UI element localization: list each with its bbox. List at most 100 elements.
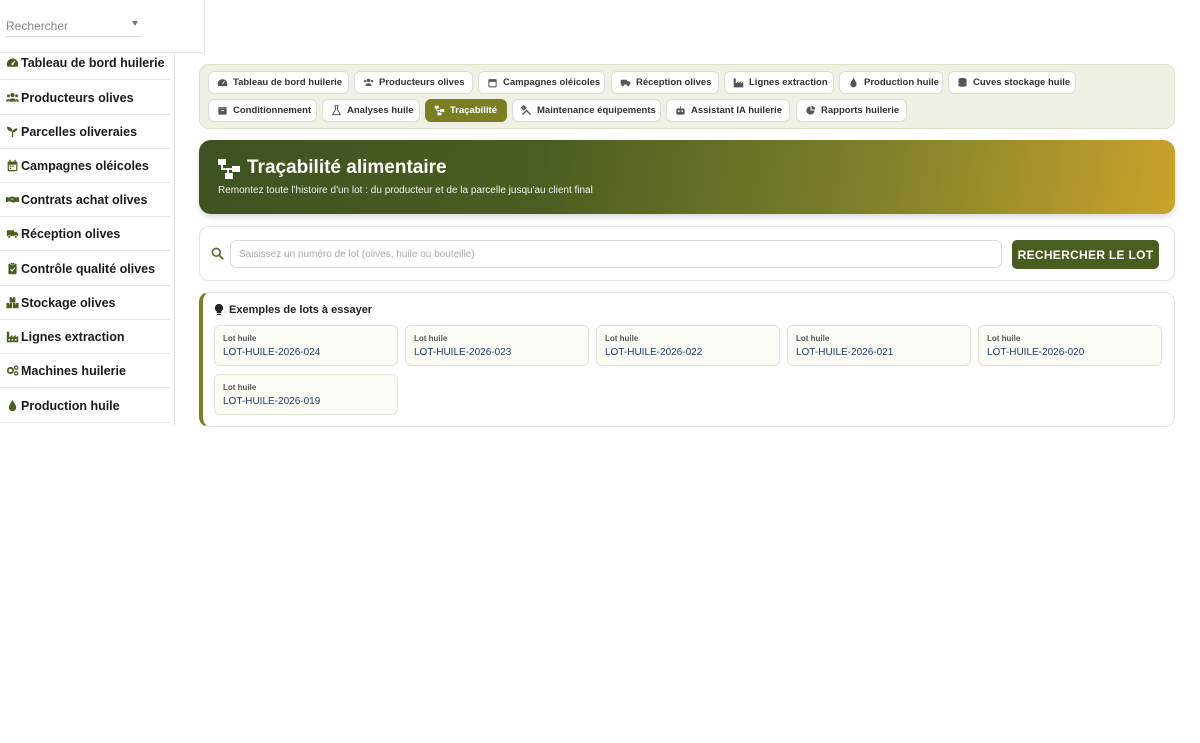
tab-reports[interactable]: Rapports huilerie: [796, 99, 907, 122]
sidebar-item-reception[interactable]: Réception olives: [0, 217, 170, 251]
gauge-icon: [5, 56, 20, 70]
lot-code: LOT-HUILE-2026-022: [605, 347, 703, 358]
search-lot-button[interactable]: RECHERCHER LE LOT: [1012, 240, 1159, 269]
sidebar-item-quality[interactable]: Contrôle qualité olives: [0, 252, 170, 286]
sidebar-item-producers[interactable]: Producteurs olives: [0, 81, 170, 115]
gauge-icon: [217, 77, 228, 88]
tab-label: Assistant IA huilerie: [691, 105, 782, 116]
lot-example-card[interactable]: Lot huile LOT-HUILE-2026-022: [596, 325, 780, 366]
users-icon: [5, 91, 20, 105]
search-icon: [211, 247, 224, 260]
tab-label: Lignes extraction: [749, 77, 828, 88]
lot-example-card[interactable]: Lot huile LOT-HUILE-2026-020: [978, 325, 1162, 366]
lot-example-card[interactable]: Lot huile LOT-HUILE-2026-023: [405, 325, 589, 366]
robot-icon: [675, 105, 686, 116]
example-lots-card: Exemples de lots à essayer Lot huile LOT…: [199, 292, 1175, 427]
tab-oil-production[interactable]: Production huile: [839, 71, 943, 94]
database-icon: [957, 77, 968, 88]
lot-example-card[interactable]: Lot huile LOT-HUILE-2026-019: [214, 374, 398, 415]
lot-code: LOT-HUILE-2026-024: [223, 347, 321, 358]
tab-label: Conditionnement: [233, 105, 312, 116]
sidebar-search: Rechercher: [0, 0, 205, 53]
lot-kind: Lot huile: [223, 334, 257, 343]
sidebar-item-label: Parcelles oliveraies: [21, 124, 138, 139]
tab-producers[interactable]: Producteurs olives: [354, 71, 473, 94]
truck-icon: [5, 227, 20, 241]
tab-label: Analyses huile: [347, 105, 414, 116]
tab-label: Tableau de bord huilerie: [233, 77, 343, 88]
lot-kind: Lot huile: [987, 334, 1021, 343]
tab-label: Maintenance équipements: [537, 105, 656, 116]
sitemap-icon: [218, 159, 240, 179]
tab-label: Production huile: [864, 77, 939, 88]
sidebar: Tableau de bord huilerie Producteurs oli…: [0, 0, 175, 425]
page-header-banner: Traçabilité alimentaire Remontez toute l…: [199, 140, 1175, 214]
lot-code: LOT-HUILE-2026-021: [796, 347, 894, 358]
boxes-icon: [5, 296, 20, 310]
calendar-icon: [5, 159, 20, 173]
page-subtitle: Remontez toute l'histoire d'un lot : du …: [218, 185, 593, 196]
seedling-icon: [5, 125, 20, 139]
cogs-icon: [5, 364, 20, 378]
sidebar-search-select[interactable]: Rechercher: [6, 15, 142, 37]
sidebar-item-label: Contrats achat olives: [21, 192, 148, 207]
tab-maintenance[interactable]: Maintenance équipements: [512, 99, 661, 122]
sidebar-item-label: Contrôle qualité olives: [21, 261, 156, 276]
sidebar-item-campaigns[interactable]: Campagnes oléicoles: [0, 149, 170, 183]
handshake-icon: [5, 193, 20, 207]
sidebar-item-machines[interactable]: Machines huilerie: [0, 354, 170, 388]
drop-icon: [848, 77, 859, 88]
lot-code: LOT-HUILE-2026-020: [987, 347, 1085, 358]
sidebar-item-label: Stockage olives: [21, 295, 116, 310]
tab-label: Rapports huilerie: [821, 105, 900, 116]
lot-example-card[interactable]: Lot huile LOT-HUILE-2026-021: [787, 325, 971, 366]
tab-traceability[interactable]: Traçabilité: [425, 99, 507, 122]
sidebar-item-extraction-lines[interactable]: Lignes extraction: [0, 320, 170, 354]
sidebar-item-label: Tableau de bord huilerie: [21, 55, 165, 70]
tab-ai-assistant[interactable]: Assistant IA huilerie: [666, 99, 790, 122]
lot-example-card[interactable]: Lot huile LOT-HUILE-2026-024: [214, 325, 398, 366]
module-tabs: Tableau de bord huilerie Producteurs oli…: [199, 64, 1175, 129]
tab-label: Campagnes oléicoles: [503, 77, 601, 88]
lot-code: LOT-HUILE-2026-019: [223, 396, 321, 407]
drop-icon: [5, 399, 20, 413]
clipboard-check-icon: [5, 262, 20, 276]
sidebar-item-label: Machines huilerie: [21, 363, 126, 378]
example-lots-title: Exemples de lots à essayer: [229, 304, 373, 316]
industry-icon: [5, 330, 20, 344]
lot-kind: Lot huile: [414, 334, 448, 343]
lightbulb-icon: [214, 304, 224, 316]
sidebar-item-oil-production[interactable]: Production huile: [0, 389, 170, 423]
flask-icon: [331, 105, 342, 116]
page-title: Traçabilité alimentaire: [247, 157, 447, 178]
sidebar-item-contracts[interactable]: Contrats achat olives: [0, 183, 170, 217]
box-icon: [217, 105, 228, 116]
lot-kind: Lot huile: [223, 383, 257, 392]
tab-campaigns[interactable]: Campagnes oléicoles: [478, 71, 605, 94]
tab-label: Producteurs olives: [379, 77, 465, 88]
tab-label: Traçabilité: [450, 105, 497, 116]
sidebar-item-label: Campagnes oléicoles: [21, 158, 149, 173]
tab-label: Réception olives: [636, 77, 712, 88]
lot-code: LOT-HUILE-2026-023: [414, 347, 512, 358]
sidebar-item-label: Lignes extraction: [21, 329, 125, 344]
lot-search-input[interactable]: [230, 240, 1002, 268]
sidebar-search-placeholder: Rechercher: [6, 19, 69, 33]
sidebar-item-label: Producteurs olives: [21, 90, 134, 105]
tab-packaging[interactable]: Conditionnement: [208, 99, 317, 122]
users-icon: [363, 77, 374, 88]
tab-reception[interactable]: Réception olives: [611, 71, 719, 94]
tab-extraction-lines[interactable]: Lignes extraction: [724, 71, 834, 94]
chart-pie-icon: [805, 105, 816, 116]
lot-kind: Lot huile: [796, 334, 830, 343]
sidebar-item-parcels[interactable]: Parcelles oliveraies: [0, 115, 170, 149]
tab-oil-tanks[interactable]: Cuves stockage huile: [948, 71, 1076, 94]
tab-oil-analysis[interactable]: Analyses huile: [322, 99, 420, 122]
tab-dashboard[interactable]: Tableau de bord huilerie: [208, 71, 349, 94]
lot-search-card: RECHERCHER LE LOT: [199, 226, 1175, 281]
sidebar-item-label: Réception olives: [21, 226, 121, 241]
caret-down-icon: [132, 21, 138, 26]
sidebar-item-storage[interactable]: Stockage olives: [0, 286, 170, 320]
sitemap-icon: [434, 105, 445, 116]
example-lots-header: Exemples de lots à essayer: [214, 304, 372, 316]
